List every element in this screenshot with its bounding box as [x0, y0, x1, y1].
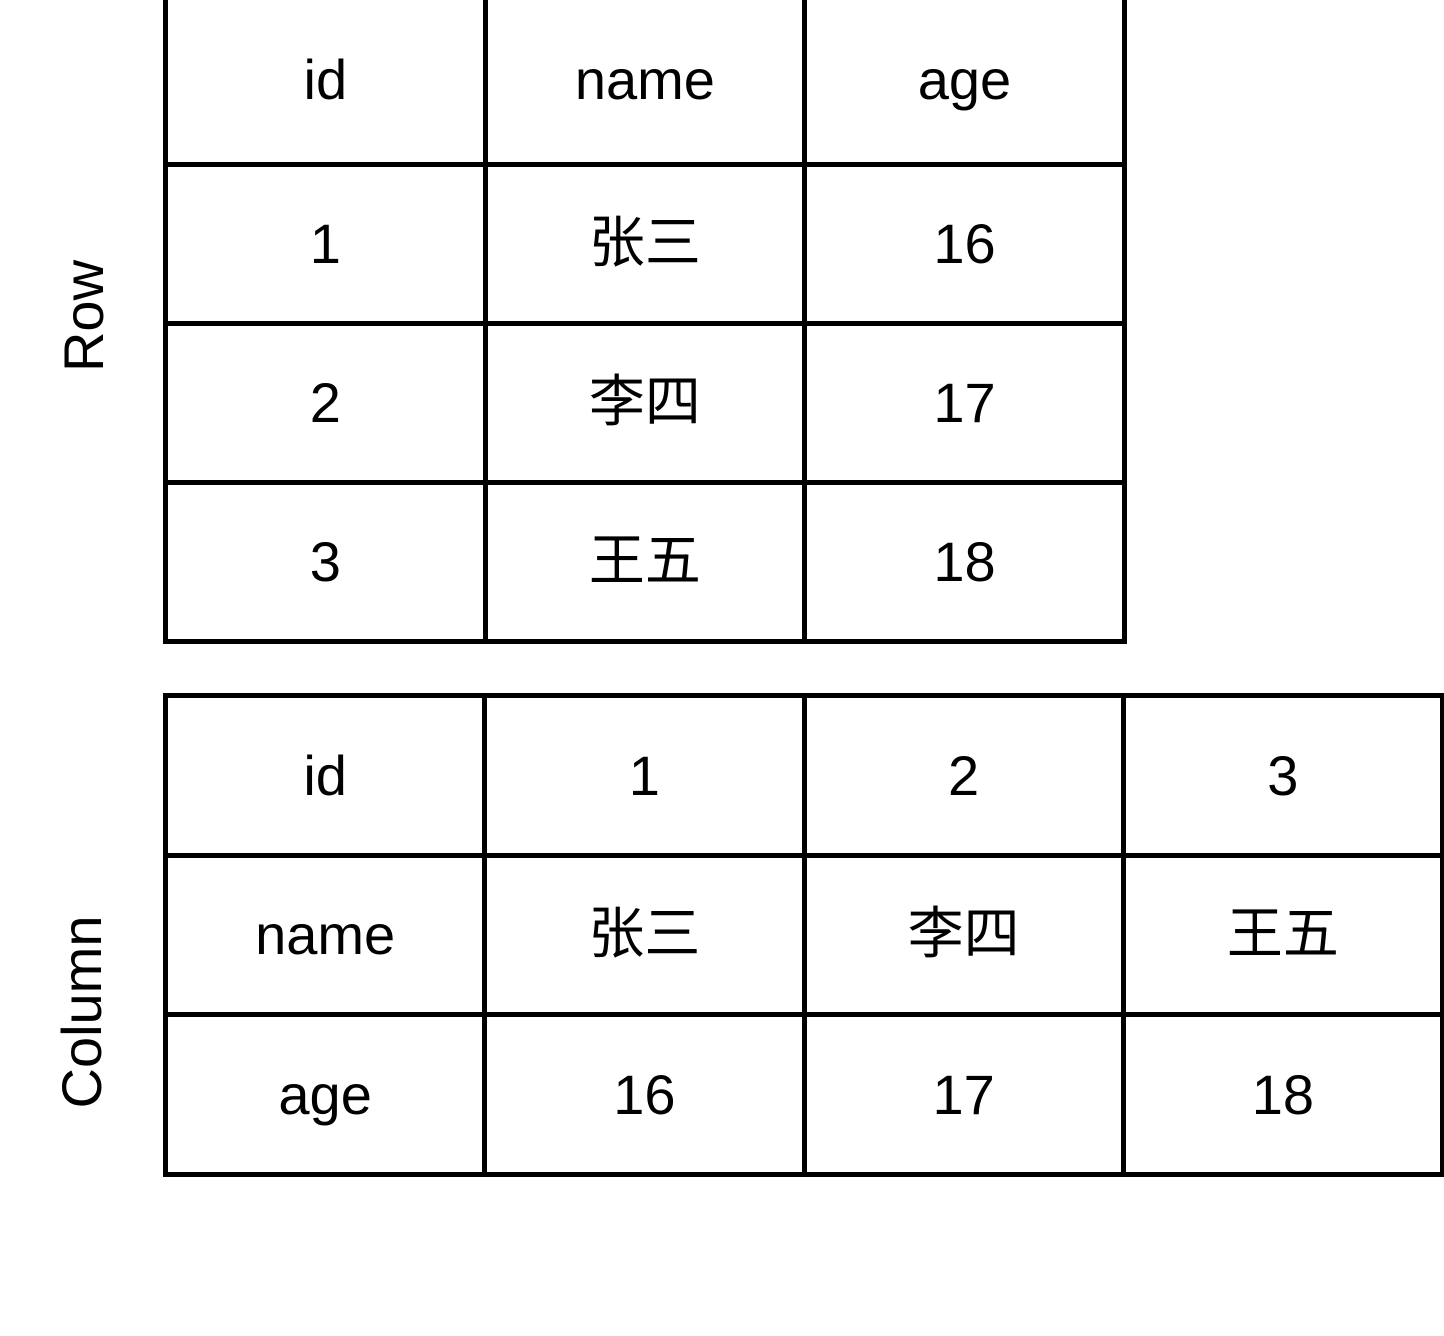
row-oriented-table: id name age 1 张三 16 2 李四 17 3 王五 18 [163, 0, 1127, 644]
table-row: age 16 17 18 [162, 1012, 1444, 1177]
row-table-header-name: name [482, 0, 808, 167]
column-table-field-id: id [162, 693, 488, 858]
row-table-cell-age-3: 18 [802, 480, 1127, 644]
column-table-cell-name-1: 张三 [482, 852, 807, 1018]
row-table-cell-age-1: 16 [802, 162, 1127, 326]
row-table-cell-name-2: 李四 [482, 321, 808, 485]
column-table-field-age: age [162, 1012, 488, 1177]
column-table-cell-name-3: 王五 [1120, 852, 1444, 1018]
table-row: 3 王五 18 [163, 480, 1127, 644]
column-table-cell-id-1: 1 [482, 693, 807, 858]
row-table-cell-name-3: 王五 [482, 480, 808, 644]
row-table-header-id: id [163, 0, 488, 167]
row-table-cell-name-1: 张三 [482, 162, 808, 326]
row-vs-column-storage-diagram: Row id name age 1 张三 16 2 李四 17 3 王五 18 [0, 0, 1444, 1336]
row-table-cell-id-1: 1 [163, 162, 488, 326]
column-table-cell-age-3: 18 [1120, 1012, 1444, 1177]
table-row: id 1 2 3 [162, 693, 1444, 858]
table-row: 2 李四 17 [163, 321, 1127, 485]
table-row: name 张三 李四 王五 [162, 852, 1444, 1018]
column-table-field-name: name [162, 852, 488, 1018]
row-table-cell-age-2: 17 [802, 321, 1127, 485]
table-row: 1 张三 16 [163, 162, 1127, 326]
column-oriented-table: id 1 2 3 name 张三 李四 王五 age 16 17 18 [162, 693, 1444, 1177]
column-table-cell-name-2: 李四 [801, 852, 1126, 1018]
column-table-cell-age-2: 17 [801, 1012, 1126, 1177]
column-table-cell-id-2: 2 [801, 693, 1126, 858]
table-row: id name age [163, 0, 1127, 167]
row-table-header-age: age [802, 0, 1127, 167]
column-orientation-label: Column [50, 915, 113, 1109]
column-table-cell-id-3: 3 [1120, 693, 1444, 858]
row-table-cell-id-3: 3 [163, 480, 488, 644]
row-orientation-label: Row [52, 259, 115, 373]
row-table-cell-id-2: 2 [163, 321, 488, 485]
column-table-cell-age-1: 16 [482, 1012, 807, 1177]
